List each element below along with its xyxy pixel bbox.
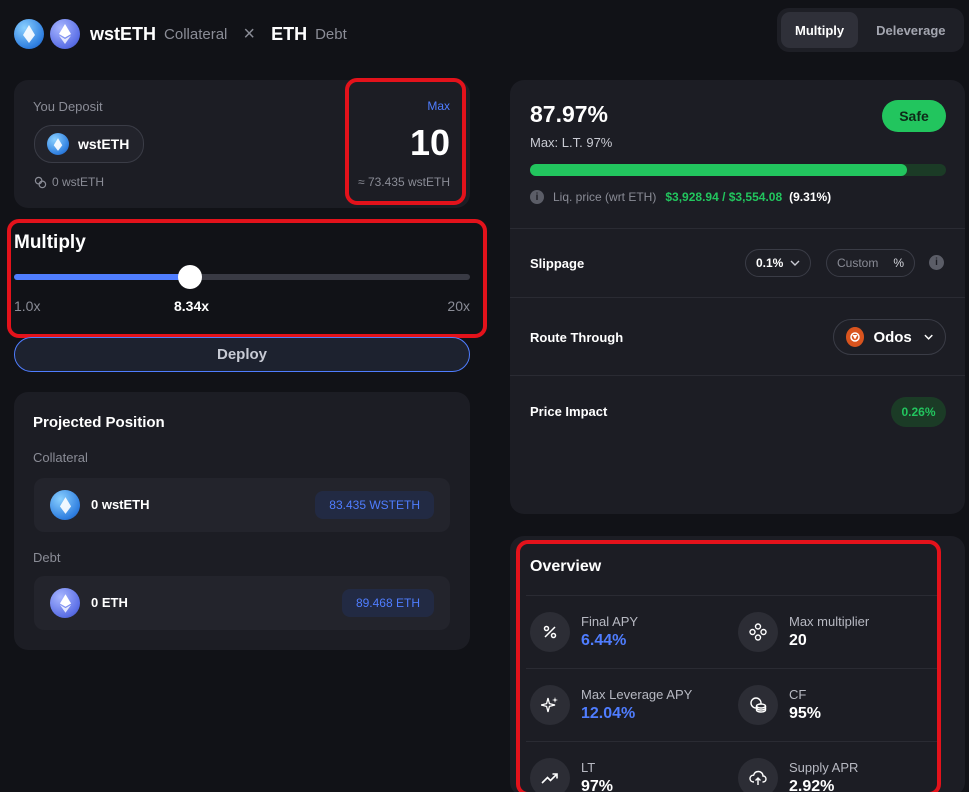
slippage-info-icon[interactable]: i: [929, 255, 944, 270]
slippage-select[interactable]: 0.1%: [745, 249, 812, 277]
ltv-value: 87.97%: [530, 101, 609, 127]
max-lt-label: Max: L.T. 97%: [530, 135, 613, 150]
overview-value-max-leverage-apy: 12.04%: [581, 705, 636, 722]
collateral-token-name: wstETH: [90, 23, 157, 44]
divider: [526, 741, 937, 742]
price-impact-badge: 0.26%: [891, 397, 946, 427]
risk-settings-card: 87.97% Max: L.T. 97% Safe i Liq. price (…: [510, 80, 965, 514]
multiply-max-label: 20x: [447, 298, 470, 314]
overview-label-final-apy: Final APY: [581, 614, 639, 629]
multiply-slider-fill: [14, 274, 191, 280]
custom-slippage-placeholder: Custom: [837, 256, 879, 270]
multiply-title: Multiply: [14, 232, 86, 253]
projected-debt-label: Debt: [33, 550, 61, 565]
price-impact-value: 0.26%: [901, 405, 936, 419]
projected-title: Projected Position: [33, 414, 165, 431]
multiply-min-label: 1.0x: [14, 298, 41, 314]
sparkle-icon: [530, 685, 570, 725]
route-select[interactable]: Odos: [833, 319, 946, 355]
overview-value-lt: 97%: [581, 778, 614, 792]
overview-value-final-apy: 6.44%: [581, 632, 627, 649]
wallet-icon: [34, 176, 47, 188]
debt-token-name: ETH: [271, 23, 308, 44]
projected-debt-amount: 0 ETH: [91, 595, 128, 610]
tab-deleverage[interactable]: Deleverage: [862, 12, 959, 48]
overview-value-supply-apr: 2.92%: [789, 778, 835, 792]
projected-collateral-amount: 0 wstETH: [91, 497, 150, 512]
deposit-label: You Deposit: [33, 99, 103, 114]
info-icon[interactable]: i: [530, 190, 544, 204]
liq-price-label: Liq. price (wrt ETH): [553, 190, 657, 204]
overview-title: Overview: [530, 558, 602, 575]
overview-card: Overview Final APY 6.44% Max multiplier …: [510, 536, 965, 792]
liq-price-values: $3,928.94 / $3,554.08: [665, 190, 783, 204]
overview-label-max-leverage-apy: Max Leverage APY: [581, 687, 693, 702]
chevron-down-icon: [790, 260, 800, 266]
tab-multiply[interactable]: Multiply: [781, 12, 859, 48]
multiply-slider-handle[interactable]: [178, 265, 203, 289]
multiply-section: Multiply 1.0x 8.34x 20x: [14, 228, 470, 318]
overview-value-cf: 95%: [789, 705, 822, 722]
deposit-card: You Deposit wstETH 0 wstETH Max 10 ≈ 73.…: [14, 80, 470, 208]
percent-icon: [530, 612, 570, 652]
overview-label-supply-apr: Supply APR: [789, 760, 859, 775]
custom-slippage-input[interactable]: Custom %: [826, 249, 915, 277]
slippage-label: Slippage: [530, 256, 585, 271]
deposit-token-name: wstETH: [78, 136, 130, 152]
pair-header: wstETH Collateral × ETH Debt: [14, 18, 347, 50]
divider: [510, 375, 965, 376]
max-button[interactable]: Max: [427, 99, 450, 113]
multiply-current-label: 8.34x: [174, 298, 210, 314]
odos-logo-icon: [846, 327, 865, 347]
safe-badge: Safe: [882, 100, 946, 132]
divider: [510, 297, 965, 298]
pair-separator: ×: [243, 22, 256, 45]
wsteth-token-icon: [50, 490, 80, 520]
overview-label-max-multiplier: Max multiplier: [789, 614, 870, 629]
mode-tabs: Multiply Deleverage: [777, 8, 964, 52]
deposit-amount-input[interactable]: 10: [410, 122, 450, 164]
wsteth-token-icon: [14, 19, 44, 49]
projected-debt-badge: 89.468 ETH: [341, 589, 434, 617]
safe-badge-label: Safe: [899, 108, 929, 124]
trend-up-icon: [530, 758, 570, 792]
coins-icon: [738, 685, 778, 725]
eth-token-icon: [50, 588, 80, 618]
eth-token-icon: [50, 19, 80, 49]
overview-label-lt: LT: [581, 760, 596, 775]
chevron-down-icon: [924, 334, 933, 340]
collateral-label: Collateral: [164, 25, 228, 43]
price-impact-label: Price Impact: [530, 404, 608, 419]
deposit-balance: 0 wstETH: [34, 175, 104, 189]
projected-collateral-row: 0 wstETH 83.435 WSTETH: [34, 478, 450, 532]
deposit-amount-equiv: ≈ 73.435 wstETH: [358, 175, 450, 189]
cloud-upload-icon: [738, 758, 778, 792]
wsteth-token-icon: [47, 133, 69, 155]
liq-price-row: i Liq. price (wrt ETH) $3,928.94 / $3,55…: [530, 190, 831, 204]
custom-slippage-unit: %: [893, 256, 904, 270]
nodes-icon: [738, 612, 778, 652]
route-value: Odos: [873, 328, 912, 346]
divider: [510, 228, 965, 229]
slippage-value: 0.1%: [756, 256, 784, 270]
projected-debt-row: 0 ETH 89.468 ETH: [34, 576, 450, 630]
ltv-bar-fill: [530, 164, 908, 176]
divider: [526, 595, 937, 596]
liq-price-pct: (9.31%): [789, 190, 832, 204]
deploy-button[interactable]: Deploy: [14, 337, 470, 372]
projected-collateral-label: Collateral: [33, 450, 88, 465]
deposit-balance-value: 0 wstETH: [52, 175, 105, 189]
overview-label-cf: CF: [789, 687, 807, 702]
divider: [526, 668, 937, 669]
deposit-token-selector[interactable]: wstETH: [34, 125, 145, 163]
route-label: Route Through: [530, 330, 624, 345]
overview-value-max-multiplier: 20: [789, 632, 807, 649]
projected-collateral-badge: 83.435 WSTETH: [315, 491, 434, 519]
deploy-button-label: Deploy: [216, 346, 267, 363]
debt-label: Debt: [315, 25, 347, 43]
projected-position-card: Projected Position Collateral 0 wstETH 8…: [14, 392, 470, 650]
